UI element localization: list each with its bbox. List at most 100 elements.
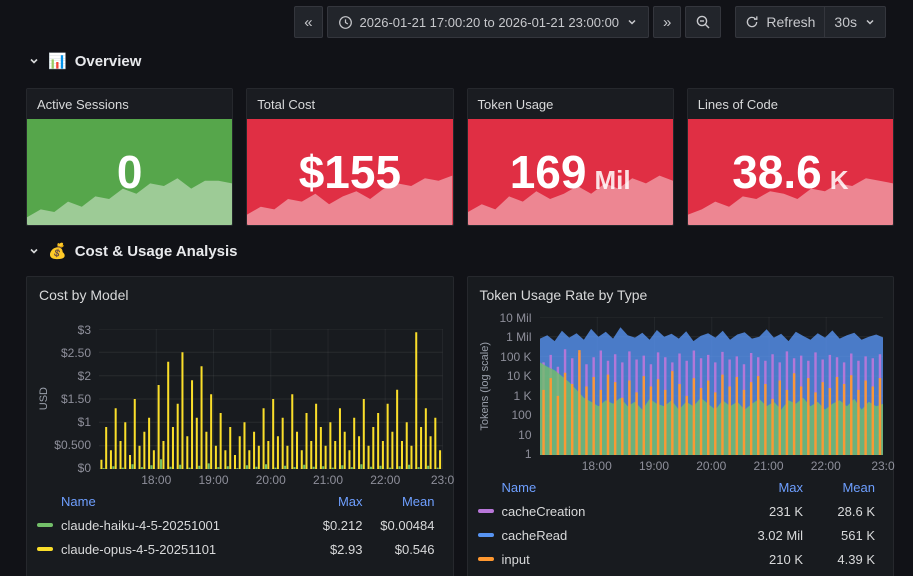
series-color-swatch: [37, 523, 53, 527]
stat-panel-active-sessions: Active Sessions 0: [26, 88, 233, 226]
legend: Name Max Mean claude-haiku-4-5-20251001 …: [37, 489, 443, 561]
chevron-down-icon: [626, 16, 638, 28]
refresh-interval-label: 30s: [834, 14, 857, 30]
y-tick: 100: [511, 408, 531, 422]
legend-row: claude-opus-4-5-20251101 $2.93 $0.546: [37, 537, 435, 561]
y-tick: 10: [518, 428, 531, 442]
section-cost-usage-header[interactable]: 💰 Cost & Usage Analysis: [28, 242, 238, 260]
plot-column: 18:00 19:00 20:00 21:00 22:00 23:0: [540, 317, 884, 473]
x-tick: 22:00: [370, 473, 400, 487]
legend-series-name[interactable]: claude-haiku-4-5-20251001: [37, 518, 285, 533]
x-tick: 18:00: [582, 459, 612, 473]
y-tick: $2: [78, 369, 91, 383]
grafana-dashboard: « 2026-01-21 17:00:20 to 2026-01-21 23:0…: [0, 0, 913, 576]
stat-panel-title[interactable]: Token Usage: [468, 89, 673, 119]
x-tick: 21:00: [313, 473, 343, 487]
legend-header: Name Max Mean: [37, 489, 435, 513]
legend-max-value: $2.93: [285, 542, 363, 557]
legend-header-mean[interactable]: Mean: [803, 480, 875, 495]
stat-panel-lines-of-code: Lines of Code 38.6K: [687, 88, 894, 226]
y-tick: 1 Mil: [506, 330, 531, 344]
series-color-swatch: [478, 509, 494, 513]
time-shift-forward-button[interactable]: »: [653, 6, 681, 38]
section-overview-header[interactable]: 📊 Overview: [28, 52, 141, 70]
stat-value: 38.6K: [688, 119, 893, 225]
cost-by-model-panel: Cost by Model USD $3 $2.50 $2 $1.50 $1 $…: [26, 276, 454, 576]
stat-value: 169Mil: [468, 119, 673, 225]
legend-header: Name Max Mean: [478, 475, 876, 499]
plot-column: 18:00 19:00 20:00 21:00 22:00 23:0: [99, 329, 443, 487]
legend-max-value: 231 K: [725, 504, 803, 519]
collapse-chevron-icon: [28, 55, 40, 67]
legend-header-name[interactable]: Name: [478, 480, 726, 495]
x-axis-ticks: 18:00 19:00 20:00 21:00 22:00 23:0: [99, 469, 443, 487]
stat-panel-title[interactable]: Lines of Code: [688, 89, 893, 119]
legend-header-max[interactable]: Max: [725, 480, 803, 495]
stat-panels-row: Active Sessions 0 Total Cost $155 Token …: [26, 88, 894, 226]
series-color-swatch: [37, 547, 53, 551]
x-tick: 23:0: [871, 459, 894, 473]
legend-header-mean[interactable]: Mean: [363, 494, 435, 509]
zoom-out-button[interactable]: [685, 6, 721, 38]
y-axis-label-wrap: USD: [37, 329, 51, 469]
token-chart-plot[interactable]: [540, 317, 884, 455]
legend-max-value: $0.212: [285, 518, 363, 533]
stat-panel-title[interactable]: Active Sessions: [27, 89, 232, 119]
panel-title[interactable]: Token Usage Rate by Type: [480, 287, 884, 303]
legend-max-value: 210 K: [725, 552, 803, 567]
x-tick: 23:0: [431, 473, 454, 487]
time-range-picker[interactable]: 2026-01-21 17:00:20 to 2026-01-21 23:00:…: [327, 6, 650, 38]
y-tick: 10 K: [507, 369, 532, 383]
stat-panel-title[interactable]: Total Cost: [247, 89, 452, 119]
stat-panel-body: $155: [247, 119, 452, 225]
legend-header-max[interactable]: Max: [285, 494, 363, 509]
x-tick: 21:00: [753, 459, 783, 473]
collapse-chevron-icon: [28, 245, 40, 257]
x-axis-ticks: 18:00 19:00 20:00 21:00 22:00 23:0: [540, 455, 884, 473]
y-tick: $1.50: [61, 392, 91, 406]
clock-icon: [338, 15, 353, 30]
chevrons-right-icon: »: [663, 15, 671, 30]
y-axis-label-wrap: Tokens (log scale): [478, 317, 492, 455]
legend-row: cacheRead 3.02 Mil 561 K: [478, 523, 876, 547]
stat-value: $155: [247, 119, 452, 225]
y-tick: 100 K: [500, 350, 531, 364]
token-chart: Tokens (log scale) 10 Mil 1 Mil 100 K 10…: [478, 317, 884, 473]
y-axis-label: USD: [38, 387, 50, 410]
stat-panel-total-cost: Total Cost $155: [246, 88, 453, 226]
time-controls-toolbar: « 2026-01-21 17:00:20 to 2026-01-21 23:0…: [294, 6, 886, 38]
cost-chart-plot[interactable]: [99, 329, 443, 469]
refresh-button[interactable]: Refresh: [735, 6, 825, 38]
x-tick: 20:00: [256, 473, 286, 487]
legend-row: cacheCreation 231 K 28.6 K: [478, 499, 876, 523]
section-cost-usage-title: Cost & Usage Analysis: [75, 243, 238, 260]
stat-panel-body: 38.6K: [688, 119, 893, 225]
legend-series-name[interactable]: cacheRead: [478, 528, 726, 543]
stat-value: 0: [27, 119, 232, 225]
legend-series-name[interactable]: claude-opus-4-5-20251101: [37, 542, 285, 557]
x-tick: 22:00: [811, 459, 841, 473]
y-tick: $2.50: [61, 346, 91, 360]
series-color-swatch: [478, 557, 494, 561]
panel-title[interactable]: Cost by Model: [39, 287, 443, 303]
legend-mean-value: $0.00484: [363, 518, 435, 533]
token-usage-rate-panel: Token Usage Rate by Type Tokens (log sca…: [467, 276, 895, 576]
y-axis-ticks: 10 Mil 1 Mil 100 K 10 K 1 K 100 10 1: [492, 311, 540, 461]
refresh-icon: [745, 15, 759, 29]
legend-series-name[interactable]: input: [478, 552, 726, 567]
time-shift-back-button[interactable]: «: [294, 6, 322, 38]
stat-panel-body: 169Mil: [468, 119, 673, 225]
legend-header-name[interactable]: Name: [37, 494, 285, 509]
legend-row: claude-haiku-4-5-20251001 $0.212 $0.0048…: [37, 513, 435, 537]
refresh-interval-dropdown[interactable]: 30s: [825, 6, 886, 38]
legend-mean-value: 4.39 K: [803, 552, 875, 567]
refresh-label: Refresh: [766, 14, 815, 30]
section-overview-title: Overview: [75, 53, 142, 70]
stat-panel-token-usage: Token Usage 169Mil: [467, 88, 674, 226]
legend-mean-value: $0.546: [363, 542, 435, 557]
legend-series-name[interactable]: cacheCreation: [478, 504, 726, 519]
y-tick: $1: [78, 415, 91, 429]
stat-panel-body: 0: [27, 119, 232, 225]
bar-chart-emoji-icon: 📊: [48, 52, 67, 70]
legend-mean-value: 28.6 K: [803, 504, 875, 519]
